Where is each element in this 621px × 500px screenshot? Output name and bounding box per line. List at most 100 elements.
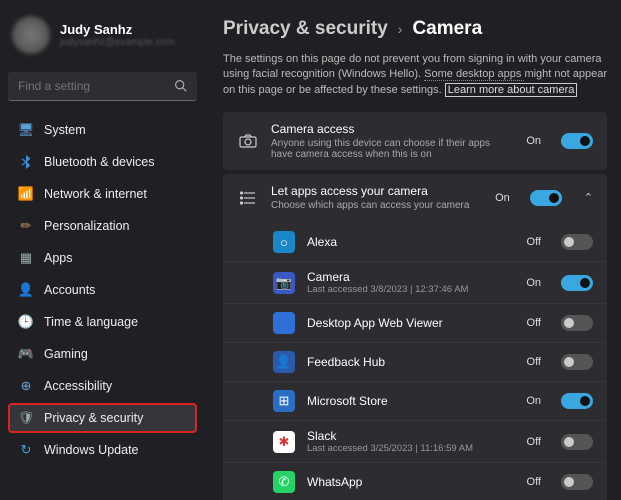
nav-label: Accessibility bbox=[44, 379, 112, 393]
app-icon: ✱ bbox=[273, 431, 295, 453]
card-title: Camera access bbox=[271, 122, 514, 136]
app-toggle[interactable] bbox=[561, 315, 593, 331]
toggle-state: Off bbox=[527, 436, 541, 448]
nav: 🖥 System Bluetooth & devices 📶 Network & int… bbox=[8, 115, 197, 465]
nav-icon: 🛡 bbox=[18, 410, 34, 426]
toggle-state: Off bbox=[527, 236, 541, 248]
nav-label: System bbox=[44, 123, 86, 137]
nav-label: Time & language bbox=[44, 315, 138, 329]
search-icon bbox=[174, 79, 187, 95]
app-row[interactable]: ✆ WhatsApp Off bbox=[223, 462, 607, 500]
sidebar-item-accounts[interactable]: 👤 Accounts bbox=[8, 275, 197, 305]
app-sub: Last accessed 3/8/2023 | 12:37:46 AM bbox=[307, 284, 514, 295]
toggle-state: Off bbox=[527, 317, 541, 329]
page-title: Camera bbox=[412, 18, 482, 40]
profile-name: Judy Sanhz bbox=[60, 22, 175, 37]
camera-access-toggle[interactable] bbox=[561, 133, 593, 149]
toggle-state: Off bbox=[527, 476, 541, 488]
sidebar-item-accessibility[interactable]: ⊕ Accessibility bbox=[8, 371, 197, 401]
chevron-right-icon: › bbox=[398, 21, 403, 37]
app-name: Feedback Hub bbox=[307, 355, 515, 369]
nav-icon: 🖥 bbox=[18, 122, 34, 138]
nav-label: Bluetooth & devices bbox=[44, 155, 155, 169]
nav-icon: ▦ bbox=[18, 250, 34, 266]
main: Privacy & security › Camera The settings… bbox=[205, 0, 621, 500]
app-row[interactable]: ✱ SlackLast accessed 3/25/2023 | 11:16:59… bbox=[223, 420, 607, 462]
app-icon: ○ bbox=[273, 231, 295, 253]
app-icon: 👤 bbox=[273, 351, 295, 373]
chevron-up-icon[interactable]: ⌃ bbox=[584, 191, 593, 204]
nav-label: Network & internet bbox=[44, 187, 147, 201]
nav-icon: 🕒 bbox=[18, 314, 34, 330]
app-row[interactable]: ○ Alexa Off bbox=[223, 223, 607, 261]
sidebar-item-system[interactable]: 🖥 System bbox=[8, 115, 197, 145]
nav-icon: 🎮 bbox=[18, 346, 34, 362]
nav-icon: ↻ bbox=[18, 442, 34, 458]
app-name: Camera bbox=[307, 270, 514, 284]
nav-label: Accounts bbox=[44, 283, 95, 297]
card-title: Let apps access your camera bbox=[271, 184, 483, 198]
breadcrumb-parent[interactable]: Privacy & security bbox=[223, 18, 388, 40]
camera-icon bbox=[237, 134, 259, 148]
app-name: Slack bbox=[307, 429, 515, 443]
apps-access-card[interactable]: Let apps access your camera Choose which… bbox=[223, 174, 607, 221]
sidebar-item-gaming[interactable]: 🎮 Gaming bbox=[8, 339, 197, 369]
nav-icon: 📶 bbox=[18, 186, 34, 202]
sidebar-item-network-internet[interactable]: 📶 Network & internet bbox=[8, 179, 197, 209]
camera-access-card[interactable]: Camera access Anyone using this device c… bbox=[223, 112, 607, 170]
app-name: Desktop App Web Viewer bbox=[307, 316, 515, 330]
nav-icon: ⊕ bbox=[18, 378, 34, 394]
sidebar-item-apps[interactable]: ▦ Apps bbox=[8, 243, 197, 273]
app-list: ○ Alexa Off 📷CameraLast accessed 3/8/2023 |… bbox=[223, 221, 607, 500]
sidebar-item-privacy-security[interactable]: 🛡 Privacy & security bbox=[8, 403, 197, 433]
nav-label: Apps bbox=[44, 251, 73, 265]
app-row[interactable]: Desktop App Web Viewer Off bbox=[223, 303, 607, 342]
toggle-state: On bbox=[495, 192, 510, 204]
app-icon: ⊞ bbox=[273, 390, 295, 412]
app-icon: ✆ bbox=[273, 471, 295, 493]
app-row[interactable]: 📷CameraLast accessed 3/8/2023 | 12:37:46… bbox=[223, 261, 607, 303]
app-row[interactable]: ⊞ Microsoft Store On bbox=[223, 381, 607, 420]
list-icon bbox=[237, 191, 259, 205]
app-toggle[interactable] bbox=[561, 434, 593, 450]
sidebar-item-bluetooth-devices[interactable]: Bluetooth & devices bbox=[8, 147, 197, 177]
sidebar-item-personalization[interactable]: ✏ Personalization bbox=[8, 211, 197, 241]
app-toggle[interactable] bbox=[561, 234, 593, 250]
app-row[interactable]: 👤 Feedback Hub Off bbox=[223, 342, 607, 381]
toggle-state: On bbox=[526, 277, 541, 289]
nav-label: Gaming bbox=[44, 347, 88, 361]
app-name: WhatsApp bbox=[307, 475, 515, 489]
page-description: The settings on this page do not prevent… bbox=[223, 52, 607, 98]
app-name: Microsoft Store bbox=[307, 394, 514, 408]
nav-label: Windows Update bbox=[44, 443, 139, 457]
nav-label: Privacy & security bbox=[44, 411, 143, 425]
app-icon bbox=[273, 312, 295, 334]
learn-more-link[interactable]: Learn more about camera bbox=[445, 83, 578, 97]
app-name: Alexa bbox=[307, 235, 515, 249]
app-toggle[interactable] bbox=[561, 275, 593, 291]
search-input[interactable] bbox=[8, 72, 197, 101]
sidebar: Judy Sanhz judysanhz@example.com 🖥 System… bbox=[0, 0, 205, 500]
app-sub: Last accessed 3/25/2023 | 11:16:59 AM bbox=[307, 443, 515, 454]
nav-icon: 👤 bbox=[18, 282, 34, 298]
card-sub: Anyone using this device can choose if t… bbox=[271, 138, 514, 160]
toggle-state: On bbox=[526, 135, 541, 147]
nav-icon bbox=[18, 154, 34, 170]
app-toggle[interactable] bbox=[561, 393, 593, 409]
sidebar-item-windows-update[interactable]: ↻ Windows Update bbox=[8, 435, 197, 465]
nav-icon: ✏ bbox=[18, 218, 34, 234]
search[interactable] bbox=[8, 72, 197, 101]
card-sub: Choose which apps can access your camera bbox=[271, 200, 483, 211]
profile-email: judysanhz@example.com bbox=[60, 37, 175, 48]
apps-access-toggle[interactable] bbox=[530, 190, 562, 206]
breadcrumb: Privacy & security › Camera bbox=[223, 18, 607, 40]
nav-label: Personalization bbox=[44, 219, 129, 233]
sidebar-item-time-language[interactable]: 🕒 Time & language bbox=[8, 307, 197, 337]
desktop-apps-link[interactable]: Some desktop apps bbox=[424, 68, 524, 81]
app-toggle[interactable] bbox=[561, 354, 593, 370]
avatar bbox=[12, 16, 50, 54]
toggle-state: On bbox=[526, 395, 541, 407]
app-toggle[interactable] bbox=[561, 474, 593, 490]
toggle-state: Off bbox=[527, 356, 541, 368]
profile[interactable]: Judy Sanhz judysanhz@example.com bbox=[8, 10, 197, 68]
